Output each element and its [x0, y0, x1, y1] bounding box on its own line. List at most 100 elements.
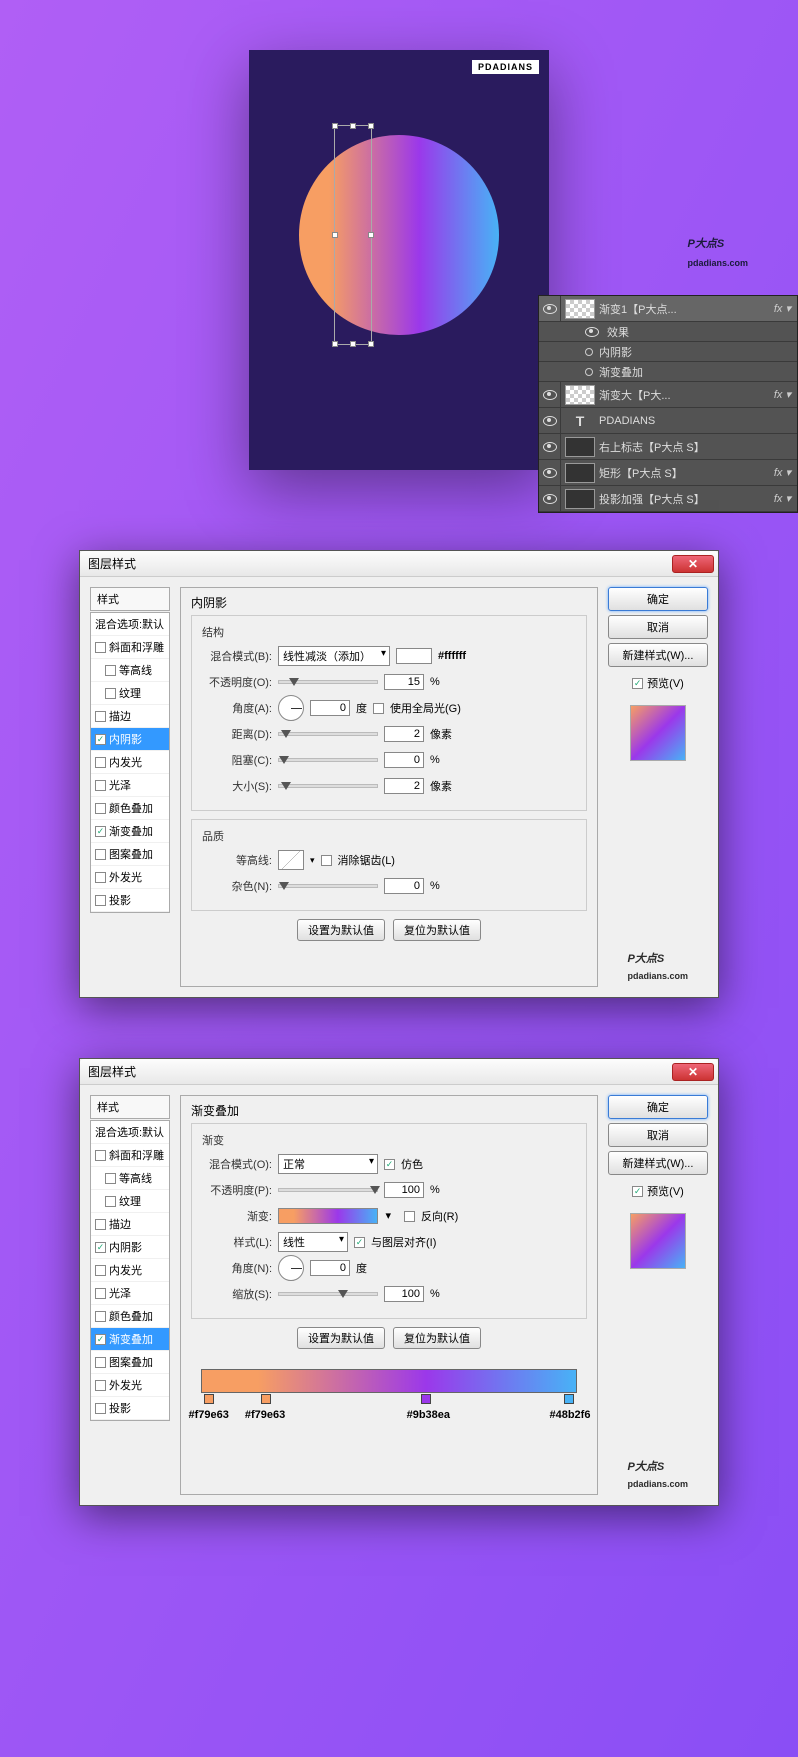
layer-row[interactable]: 渐变1【P大点...fx ▾ — [539, 296, 797, 322]
fx-badge[interactable]: fx ▾ — [768, 492, 797, 505]
opacity-slider[interactable] — [278, 1188, 378, 1192]
style-item[interactable]: 图案叠加 — [91, 1351, 169, 1374]
gradient-stop[interactable] — [564, 1394, 574, 1404]
distance-input[interactable] — [384, 726, 424, 742]
size-input[interactable] — [384, 778, 424, 794]
set-default-button[interactable]: 设置为默认值 — [297, 1327, 385, 1349]
layer-row[interactable]: 渐变叠加 — [539, 362, 797, 382]
style-item[interactable]: 等高线 — [91, 659, 169, 682]
style-checkbox[interactable] — [95, 826, 106, 837]
cancel-button[interactable]: 取消 — [608, 615, 708, 639]
style-checkbox[interactable] — [95, 1265, 106, 1276]
visibility-toggle[interactable] — [539, 434, 561, 459]
color-swatch[interactable] — [396, 648, 432, 664]
visibility-toggle[interactable] — [539, 296, 561, 321]
angle-input[interactable] — [310, 1260, 350, 1276]
gradient-stop[interactable] — [204, 1394, 214, 1404]
style-select[interactable]: 线性 — [278, 1232, 348, 1252]
handle-bl[interactable] — [332, 341, 338, 347]
style-item[interactable]: 斜面和浮雕 — [91, 636, 169, 659]
fx-badge[interactable]: fx ▾ — [768, 388, 797, 401]
style-checkbox[interactable] — [95, 642, 106, 653]
set-default-button[interactable]: 设置为默认值 — [297, 919, 385, 941]
choke-input[interactable] — [384, 752, 424, 768]
handle-ml[interactable] — [332, 232, 338, 238]
style-item[interactable]: 描边 — [91, 1213, 169, 1236]
style-checkbox[interactable] — [95, 1403, 106, 1414]
opacity-input[interactable] — [384, 674, 424, 690]
visibility-toggle[interactable] — [539, 460, 561, 485]
dither-checkbox[interactable] — [384, 1159, 395, 1170]
style-checkbox[interactable] — [95, 1311, 106, 1322]
style-checkbox[interactable] — [95, 757, 106, 768]
angle-dial[interactable] — [278, 1255, 304, 1281]
style-item[interactable]: 渐变叠加 — [91, 820, 169, 843]
layer-row[interactable]: 矩形【P大点 S】fx ▾ — [539, 460, 797, 486]
ok-button[interactable]: 确定 — [608, 587, 708, 611]
style-checkbox[interactable] — [95, 849, 106, 860]
new-style-button[interactable]: 新建样式(W)... — [608, 1151, 708, 1175]
style-item[interactable]: 斜面和浮雕 — [91, 1144, 169, 1167]
style-checkbox[interactable] — [105, 665, 116, 676]
angle-dial[interactable] — [278, 695, 304, 721]
transform-selection[interactable] — [334, 125, 372, 345]
style-checkbox[interactable] — [95, 1242, 106, 1253]
style-checkbox[interactable] — [95, 1380, 106, 1391]
style-checkbox[interactable] — [105, 688, 116, 699]
new-style-button[interactable]: 新建样式(W)... — [608, 643, 708, 667]
ok-button[interactable]: 确定 — [608, 1095, 708, 1119]
close-button[interactable]: ✕ — [672, 1063, 714, 1081]
blend-mode-select[interactable]: 正常 — [278, 1154, 378, 1174]
handle-bm[interactable] — [350, 341, 356, 347]
handle-tl[interactable] — [332, 123, 338, 129]
scale-slider[interactable] — [278, 1292, 378, 1296]
close-button[interactable]: ✕ — [672, 555, 714, 573]
opacity-input[interactable] — [384, 1182, 424, 1198]
handle-tr[interactable] — [368, 123, 374, 129]
noise-input[interactable] — [384, 878, 424, 894]
titlebar[interactable]: 图层样式 ✕ — [80, 551, 718, 577]
visibility-toggle[interactable] — [539, 486, 561, 511]
styles-header[interactable]: 样式 — [90, 587, 170, 611]
style-checkbox[interactable] — [95, 1219, 106, 1230]
style-checkbox[interactable] — [95, 734, 106, 745]
style-checkbox[interactable] — [95, 780, 106, 791]
style-checkbox[interactable] — [95, 1150, 106, 1161]
style-item[interactable]: 外发光 — [91, 1374, 169, 1397]
reverse-checkbox[interactable] — [404, 1211, 415, 1222]
reset-default-button[interactable]: 复位为默认值 — [393, 1327, 481, 1349]
style-checkbox[interactable] — [105, 1196, 116, 1207]
global-light-checkbox[interactable] — [373, 703, 384, 714]
style-item[interactable]: 投影 — [91, 1397, 169, 1420]
noise-slider[interactable] — [278, 884, 378, 888]
align-checkbox[interactable] — [354, 1237, 365, 1248]
cancel-button[interactable]: 取消 — [608, 1123, 708, 1147]
titlebar[interactable]: 图层样式 ✕ — [80, 1059, 718, 1085]
style-checkbox[interactable] — [95, 872, 106, 883]
layer-row[interactable]: 内阴影 — [539, 342, 797, 362]
choke-slider[interactable] — [278, 758, 378, 762]
style-item[interactable]: 内阴影 — [91, 1236, 169, 1259]
style-checkbox[interactable] — [95, 711, 106, 722]
styles-header[interactable]: 样式 — [90, 1095, 170, 1119]
style-item[interactable]: 描边 — [91, 705, 169, 728]
style-checkbox[interactable] — [105, 1173, 116, 1184]
style-item[interactable]: 内发光 — [91, 1259, 169, 1282]
style-item[interactable]: 内阴影 — [91, 728, 169, 751]
eye-icon[interactable] — [585, 327, 599, 337]
handle-br[interactable] — [368, 341, 374, 347]
distance-slider[interactable] — [278, 732, 378, 736]
contour-picker[interactable] — [278, 850, 304, 870]
preview-checkbox[interactable] — [632, 678, 643, 689]
style-item[interactable]: 纹理 — [91, 1190, 169, 1213]
style-item[interactable]: 图案叠加 — [91, 843, 169, 866]
handle-tm[interactable] — [350, 123, 356, 129]
reset-default-button[interactable]: 复位为默认值 — [393, 919, 481, 941]
gradient-stop[interactable] — [421, 1394, 431, 1404]
fx-badge[interactable]: fx ▾ — [768, 466, 797, 479]
antialias-checkbox[interactable] — [321, 855, 332, 866]
layer-row[interactable]: 投影加强【P大点 S】fx ▾ — [539, 486, 797, 512]
blend-options-item[interactable]: 混合选项:默认 — [91, 613, 169, 636]
style-item[interactable]: 颜色叠加 — [91, 797, 169, 820]
style-item[interactable]: 外发光 — [91, 866, 169, 889]
